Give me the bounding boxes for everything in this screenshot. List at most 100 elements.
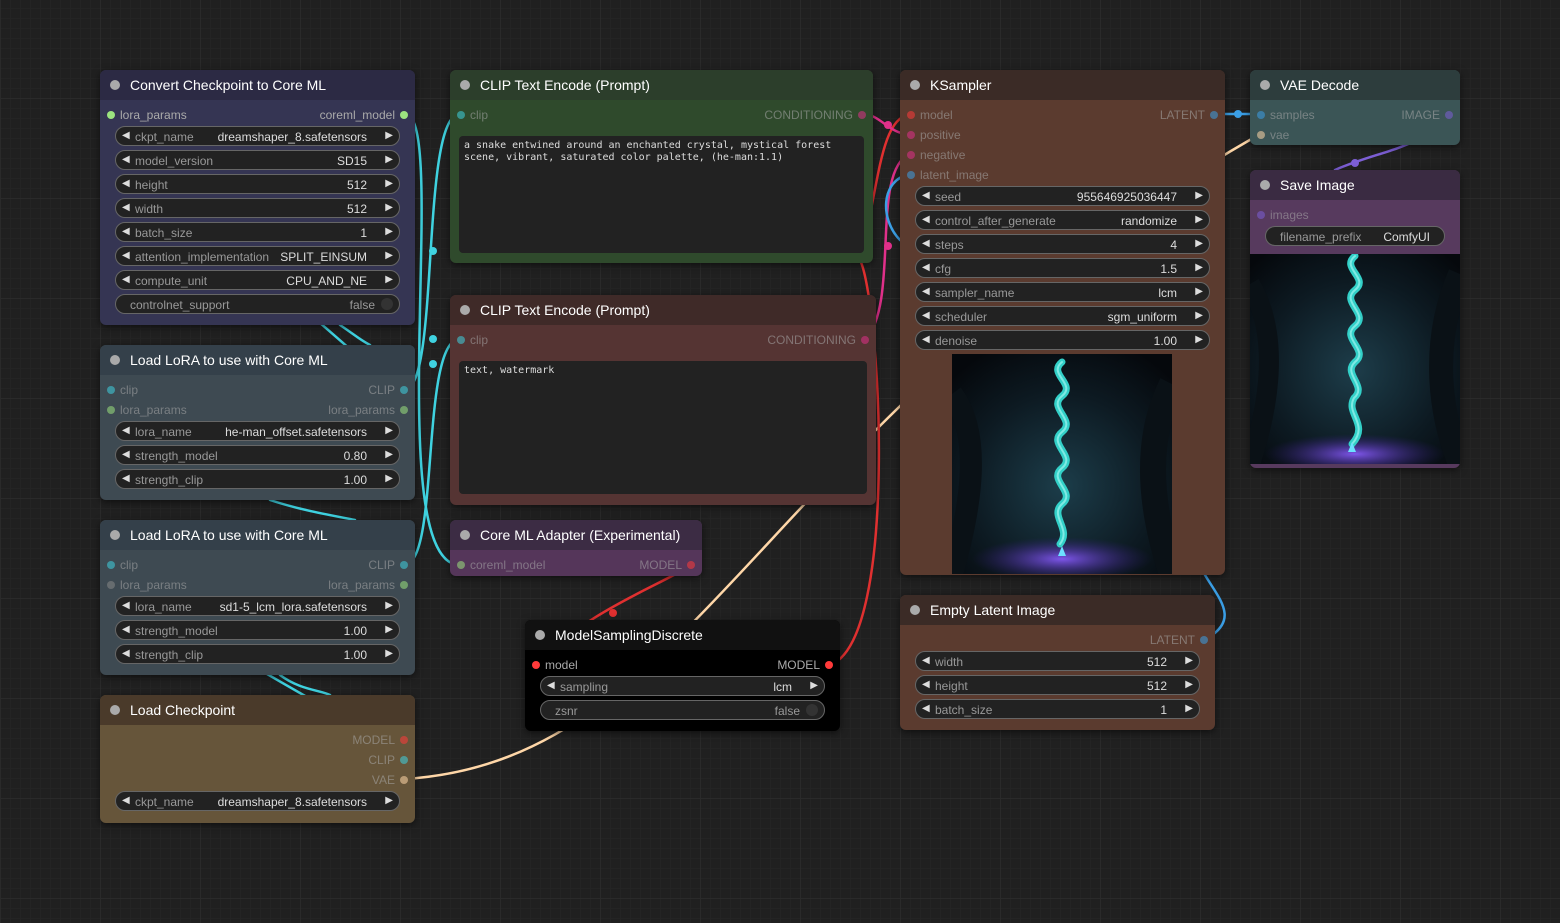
- increment-arrow-icon[interactable]: ▶: [1185, 679, 1193, 690]
- collapse-dot[interactable]: [910, 605, 920, 615]
- decrement-arrow-icon[interactable]: ◀: [922, 679, 930, 690]
- decrement-arrow-icon[interactable]: ◀: [122, 226, 130, 237]
- node-title-bar[interactable]: KSampler: [900, 70, 1225, 100]
- node-title-bar[interactable]: Save Image: [1250, 170, 1460, 200]
- slot-clip[interactable]: clip CONDITIONING: [450, 332, 876, 348]
- node-load-checkpoint[interactable]: Load Checkpoint MODEL CLIP VAE ◀ ckpt_nam…: [100, 695, 415, 823]
- slot-images[interactable]: images: [1250, 207, 1460, 223]
- decrement-arrow-icon[interactable]: ◀: [922, 238, 930, 249]
- slot-clip[interactable]: clip CLIP: [100, 557, 415, 573]
- widget-batch-size[interactable]: ◀ batch_size 1 ▶: [915, 699, 1200, 719]
- increment-arrow-icon[interactable]: ▶: [810, 680, 818, 691]
- prompt-text-input[interactable]: a snake entwined around an enchanted cry…: [459, 136, 864, 253]
- collapse-dot[interactable]: [1260, 80, 1270, 90]
- node-model-sampling-discrete[interactable]: ModelSamplingDiscrete model MODEL ◀ sampl…: [525, 620, 840, 731]
- slot-latent-image[interactable]: latent_image: [900, 167, 1225, 183]
- output-clip-dot[interactable]: [400, 756, 408, 764]
- decrement-arrow-icon[interactable]: ◀: [122, 154, 130, 165]
- node-title-bar[interactable]: Load LoRA to use with Core ML: [100, 345, 415, 375]
- increment-arrow-icon[interactable]: ▶: [1195, 334, 1203, 345]
- decrement-arrow-icon[interactable]: ◀: [122, 250, 130, 261]
- increment-arrow-icon[interactable]: ▶: [385, 250, 393, 261]
- node-empty-latent-image[interactable]: Empty Latent Image LATENT ◀ width 512 ▶ ◀ he…: [900, 595, 1215, 730]
- slot-negative[interactable]: negative: [900, 147, 1225, 163]
- increment-arrow-icon[interactable]: ▶: [1195, 238, 1203, 249]
- increment-arrow-icon[interactable]: ▶: [385, 130, 393, 141]
- slot-vae[interactable]: vae: [1250, 127, 1460, 143]
- decrement-arrow-icon[interactable]: ◀: [922, 310, 930, 321]
- slot-clip[interactable]: CLIP: [100, 752, 415, 768]
- increment-arrow-icon[interactable]: ▶: [385, 795, 393, 806]
- decrement-arrow-icon[interactable]: ◀: [547, 680, 555, 691]
- slot-positive[interactable]: positive: [900, 127, 1225, 143]
- node-clip-text-encode-negative[interactable]: CLIP Text Encode (Prompt) clip CONDITION…: [450, 295, 876, 505]
- widget-strength-model[interactable]: ◀ strength_model 0.80 ▶: [115, 445, 400, 465]
- output-model-dot[interactable]: [825, 661, 833, 669]
- toggle-knob[interactable]: [381, 298, 393, 310]
- output-conditioning-dot[interactable]: [858, 111, 866, 119]
- output-clip-dot[interactable]: [400, 561, 408, 569]
- slot-coreml-model[interactable]: coreml_model MODEL: [450, 557, 702, 573]
- increment-arrow-icon[interactable]: ▶: [385, 202, 393, 213]
- widget-seed[interactable]: ◀ seed 955646925036447 ▶: [915, 186, 1210, 206]
- decrement-arrow-icon[interactable]: ◀: [122, 178, 130, 189]
- collapse-dot[interactable]: [110, 530, 120, 540]
- increment-arrow-icon[interactable]: ▶: [385, 600, 393, 611]
- widget-model-version[interactable]: ◀ model_version SD15 ▶: [115, 150, 400, 170]
- widget-control-after-generate[interactable]: ◀ control_after_generate randomize ▶: [915, 210, 1210, 230]
- input-coreml-model-dot[interactable]: [457, 561, 465, 569]
- increment-arrow-icon[interactable]: ▶: [385, 154, 393, 165]
- collapse-dot[interactable]: [110, 705, 120, 715]
- input-lora-params-dot[interactable]: [107, 111, 115, 119]
- decrement-arrow-icon[interactable]: ◀: [922, 655, 930, 666]
- widget-width[interactable]: ◀ width 512 ▶: [915, 651, 1200, 671]
- decrement-arrow-icon[interactable]: ◀: [122, 795, 130, 806]
- widget-strength-clip[interactable]: ◀ strength_clip 1.00 ▶: [115, 644, 400, 664]
- widget-zsnr[interactable]: zsnr false: [540, 700, 825, 720]
- decrement-arrow-icon[interactable]: ◀: [922, 703, 930, 714]
- slot-model[interactable]: model LATENT: [900, 107, 1225, 123]
- output-lora-params-dot[interactable]: [400, 581, 408, 589]
- node-ksampler[interactable]: KSampler model LATENT positive negative …: [900, 70, 1225, 575]
- decrement-arrow-icon[interactable]: ◀: [122, 274, 130, 285]
- input-lora-params-dot[interactable]: [107, 581, 115, 589]
- slot-clip[interactable]: clip CLIP: [100, 382, 415, 398]
- output-lora-params-dot[interactable]: [400, 406, 408, 414]
- increment-arrow-icon[interactable]: ▶: [1195, 286, 1203, 297]
- increment-arrow-icon[interactable]: ▶: [1185, 655, 1193, 666]
- widget-sampling[interactable]: ◀ sampling lcm ▶: [540, 676, 825, 696]
- decrement-arrow-icon[interactable]: ◀: [922, 262, 930, 273]
- slot-model[interactable]: model MODEL: [525, 657, 840, 673]
- input-clip-dot[interactable]: [107, 386, 115, 394]
- input-images-dot[interactable]: [1257, 211, 1265, 219]
- output-model-dot[interactable]: [400, 736, 408, 744]
- slot-lora-params[interactable]: lora_params lora_params: [100, 402, 415, 418]
- input-vae-dot[interactable]: [1257, 131, 1265, 139]
- decrement-arrow-icon[interactable]: ◀: [122, 202, 130, 213]
- input-positive-dot[interactable]: [907, 131, 915, 139]
- node-load-lora-2[interactable]: Load LoRA to use with Core ML clip CLIP …: [100, 520, 415, 675]
- input-clip-dot[interactable]: [457, 336, 465, 344]
- output-vae-dot[interactable]: [400, 776, 408, 784]
- node-clip-text-encode-positive[interactable]: CLIP Text Encode (Prompt) clip CONDITION…: [450, 70, 873, 263]
- input-latent-image-dot[interactable]: [907, 171, 915, 179]
- input-clip-dot[interactable]: [107, 561, 115, 569]
- widget-filename-prefix[interactable]: filename_prefix ComfyUI: [1265, 226, 1445, 246]
- slot-lora-params[interactable]: lora_params coreml_model: [100, 107, 415, 123]
- node-vae-decode[interactable]: VAE Decode samples IMAGE vae: [1250, 70, 1460, 145]
- widget-denoise[interactable]: ◀ denoise 1.00 ▶: [915, 330, 1210, 350]
- increment-arrow-icon[interactable]: ▶: [385, 624, 393, 635]
- collapse-dot[interactable]: [460, 80, 470, 90]
- widget-height[interactable]: ◀ height 512 ▶: [915, 675, 1200, 695]
- node-title-bar[interactable]: Load LoRA to use with Core ML: [100, 520, 415, 550]
- node-title-bar[interactable]: VAE Decode: [1250, 70, 1460, 100]
- toggle-knob[interactable]: [806, 704, 818, 716]
- input-model-dot[interactable]: [907, 111, 915, 119]
- node-title-bar[interactable]: Convert Checkpoint to Core ML: [100, 70, 415, 100]
- slot-samples[interactable]: samples IMAGE: [1250, 107, 1460, 123]
- widget-sampler-name[interactable]: ◀ sampler_name lcm ▶: [915, 282, 1210, 302]
- widget-cfg[interactable]: ◀ cfg 1.5 ▶: [915, 258, 1210, 278]
- output-latent-dot[interactable]: [1200, 636, 1208, 644]
- node-save-image[interactable]: Save Image images filename_prefix ComfyUI: [1250, 170, 1460, 468]
- collapse-dot[interactable]: [460, 530, 470, 540]
